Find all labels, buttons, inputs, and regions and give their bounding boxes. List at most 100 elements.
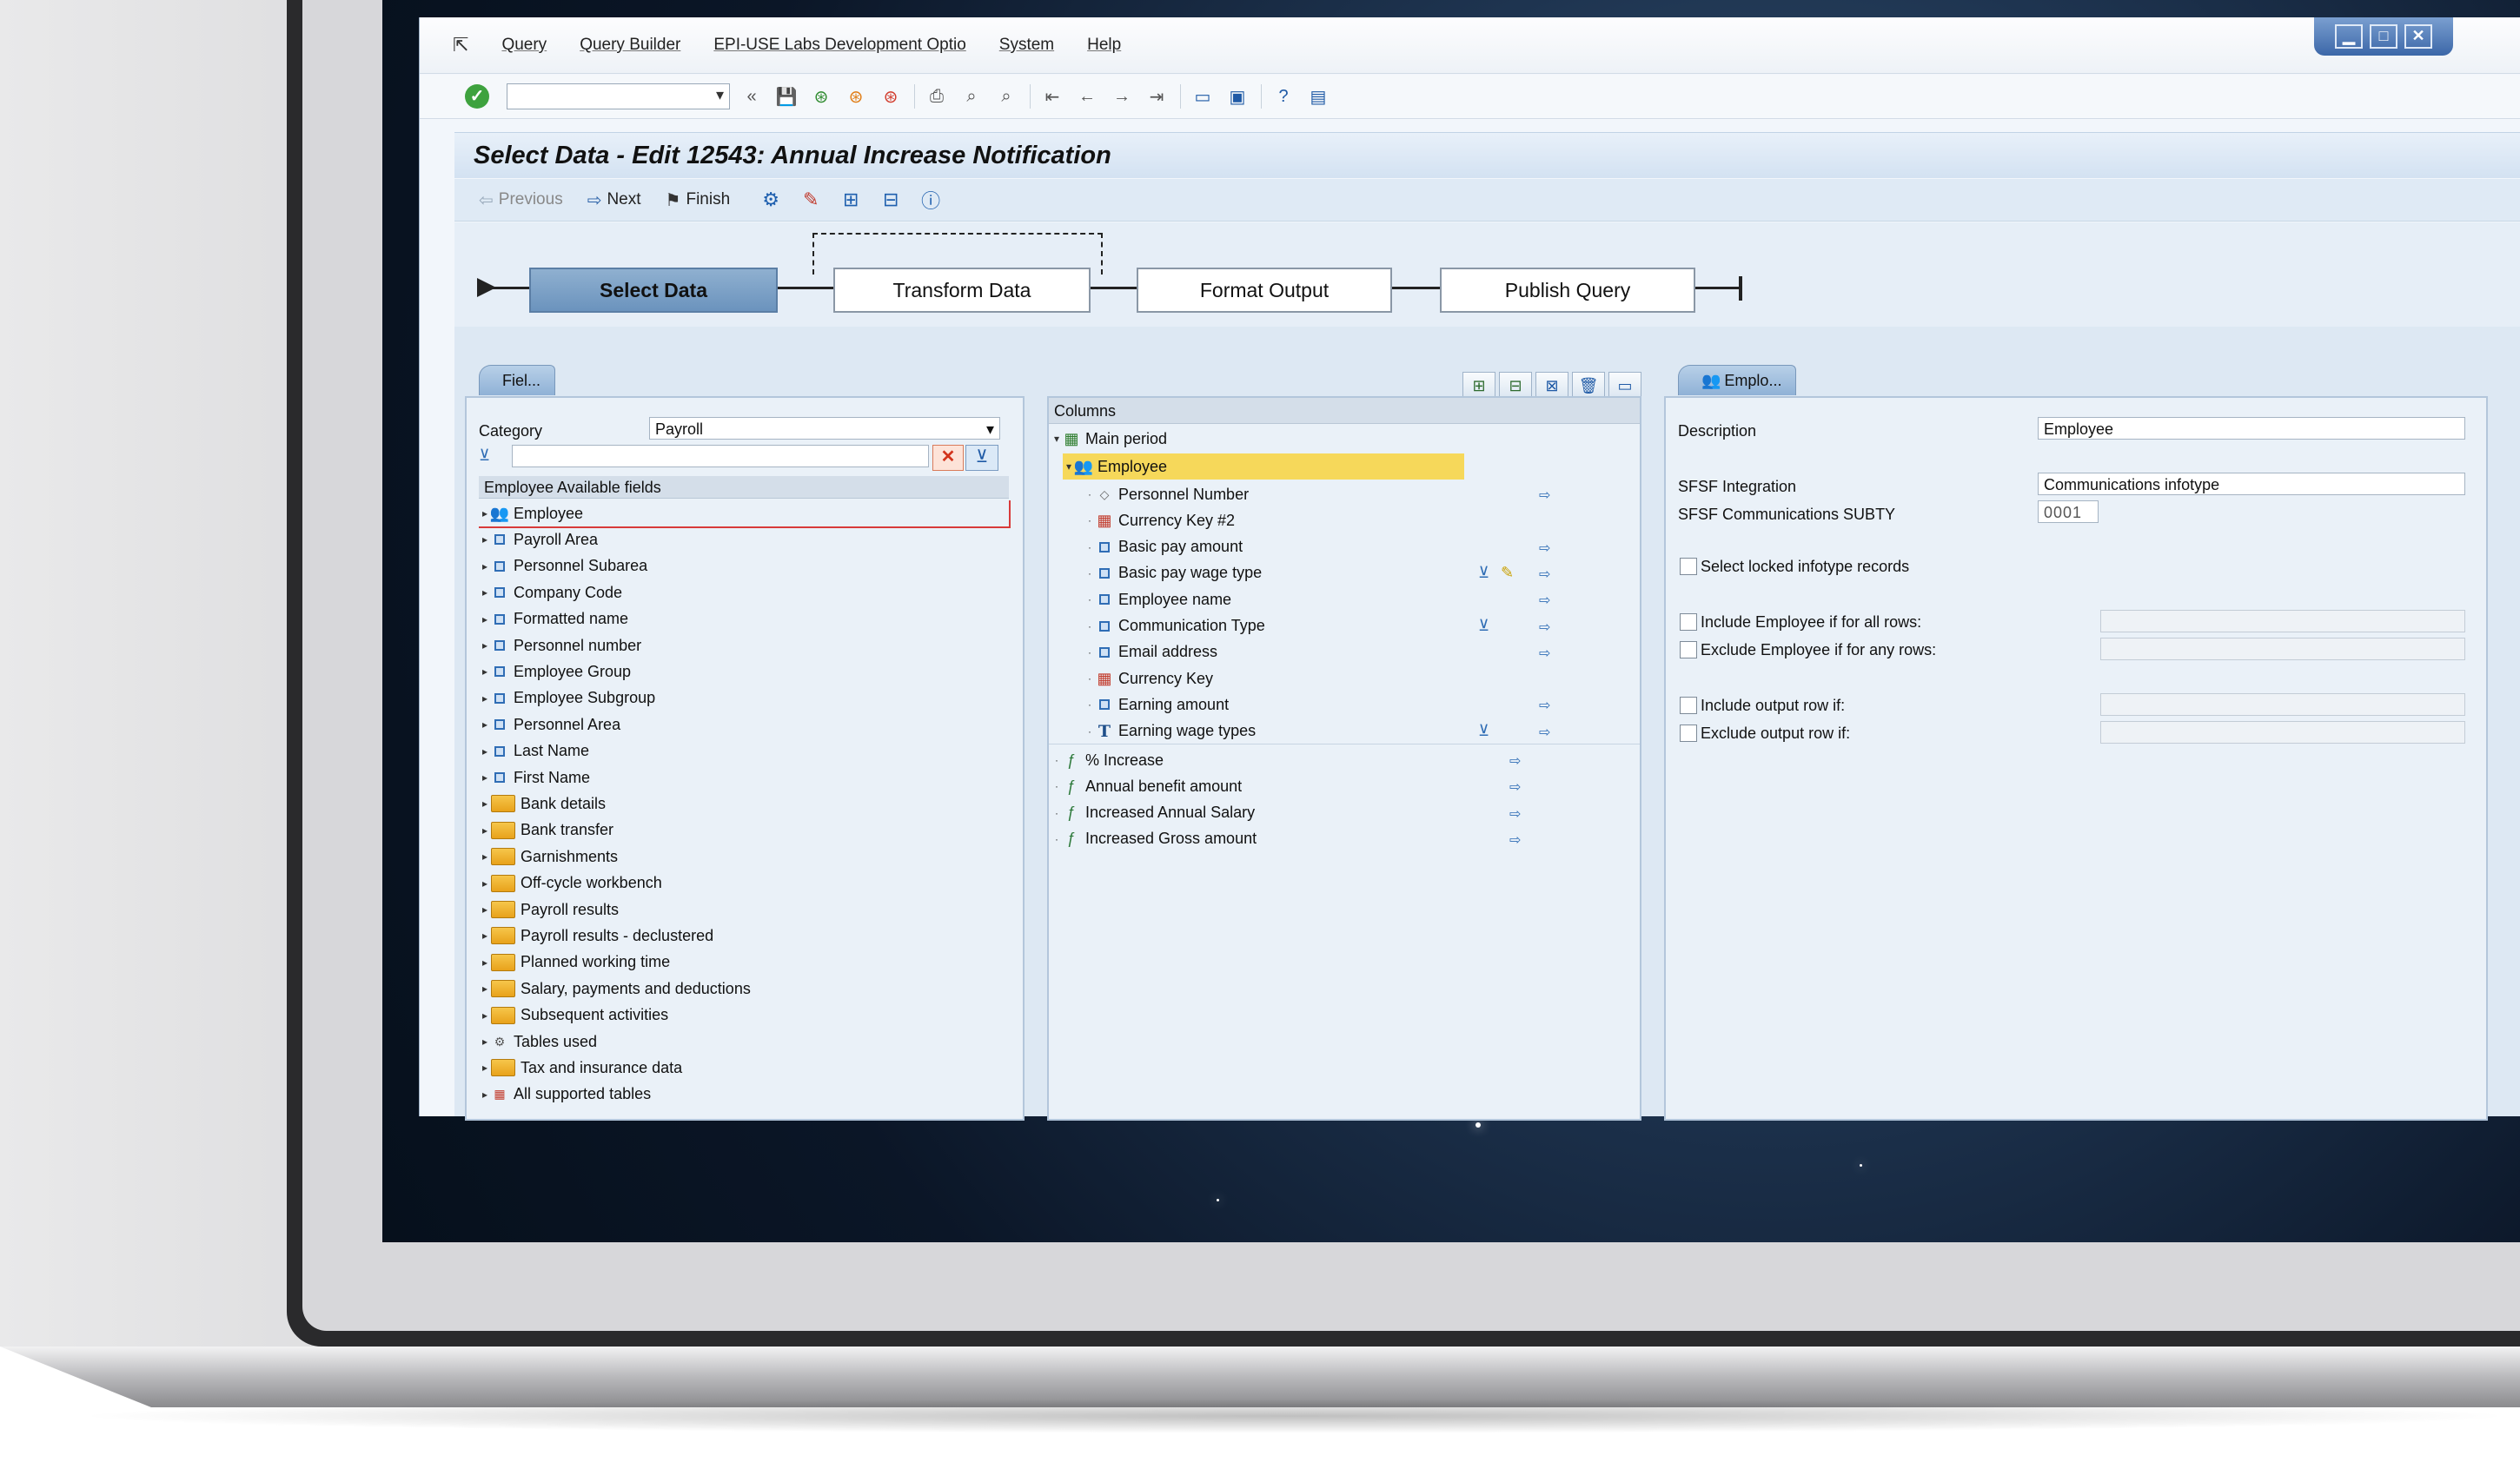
employee-tab[interactable]: 👥 Emplo...	[1678, 365, 1797, 395]
info-icon[interactable]: ⓘ	[916, 185, 945, 215]
column-row[interactable]: · T Earning wage types	[1084, 718, 1256, 744]
include-employee-condition[interactable]	[2100, 610, 2465, 632]
expand-toggle[interactable]: ▸	[479, 745, 491, 758]
exclude-row-condition[interactable]	[2100, 721, 2465, 744]
step-format-output[interactable]: Format Output	[1137, 268, 1392, 313]
output-icon[interactable]: ⇨	[1539, 539, 1550, 557]
tree-item[interactable]: ▸ Personnel Area	[479, 711, 620, 738]
help-icon[interactable]: ?	[1270, 83, 1296, 109]
exclude-row-checkbox[interactable]	[1680, 725, 1697, 742]
expand-toggle[interactable]: ▸	[479, 850, 491, 863]
tree-item[interactable]: ▸ Tax and insurance data	[479, 1055, 682, 1081]
cancel-icon[interactable]: ⊛	[878, 83, 904, 109]
output-icon[interactable]: ⇨	[1539, 592, 1550, 609]
tree-item[interactable]: ▸ Employee Group	[479, 658, 631, 685]
filter-icon[interactable]: ⊻	[1478, 722, 1489, 740]
expand-toggle[interactable]: ▸	[479, 665, 491, 678]
new-session-icon[interactable]: ▭	[1190, 83, 1216, 109]
apply-filter-icon[interactable]: ⊻	[965, 445, 998, 471]
layout-icon[interactable]: ▤	[1305, 83, 1331, 109]
prev-page-icon[interactable]: ←	[1074, 83, 1100, 109]
include-row-checkbox[interactable]	[1680, 697, 1697, 714]
field-search-input[interactable]	[512, 445, 929, 467]
main-period-row[interactable]: ▾ ▦ Main period	[1051, 426, 1167, 452]
output-icon[interactable]: ⇨	[1539, 566, 1550, 583]
tree-item[interactable]: ▸ Payroll Area	[479, 526, 598, 553]
tree-item[interactable]: ▸ Planned working time	[479, 950, 670, 976]
expand-toggle[interactable]: ▸	[479, 1089, 491, 1101]
finish-button[interactable]: ⚑ Finish	[666, 189, 731, 211]
output-icon[interactable]: ⇨	[1509, 778, 1521, 796]
expand-toggle[interactable]: ▸	[479, 533, 491, 546]
expand-toggle[interactable]: ▸	[479, 797, 491, 810]
tree-item[interactable]: ▸ 👥 Employee	[479, 500, 1011, 528]
tree-item[interactable]: ▸ Formatted name	[479, 606, 628, 632]
save-icon[interactable]: 💾	[773, 83, 799, 109]
column-row[interactable]: · Communication Type	[1084, 613, 1265, 639]
tree-item[interactable]: ▸ Personnel Subarea	[479, 553, 647, 579]
tree-item[interactable]: ▸ Payroll results	[479, 897, 619, 923]
output-icon[interactable]: ⇨	[1539, 697, 1550, 714]
expand-toggle[interactable]: ▸	[479, 771, 491, 784]
expand-toggle[interactable]: ▸	[479, 613, 491, 625]
tree-item[interactable]: ▸ Last Name	[479, 738, 589, 764]
menu-query-builder[interactable]: Query Builder	[580, 36, 680, 55]
menu-help[interactable]: Help	[1087, 36, 1121, 55]
column-row[interactable]: · ▦ Currency Key	[1084, 665, 1213, 691]
change-icon[interactable]: ⚙	[756, 185, 786, 215]
find-next-icon[interactable]: ⌕	[993, 83, 1019, 109]
pencil-icon[interactable]: ✎	[1501, 564, 1514, 582]
previous-button[interactable]: ⇦ Previous	[479, 189, 563, 211]
step-publish-query[interactable]: Publish Query	[1440, 268, 1695, 313]
output-icon[interactable]: ⇨	[1509, 831, 1521, 849]
structure-icon[interactable]: ⊟	[876, 185, 905, 215]
expand-toggle[interactable]: ▸	[479, 956, 491, 969]
expand-toggle[interactable]: ▸	[479, 1062, 491, 1074]
first-page-icon[interactable]: ⇤	[1039, 83, 1065, 109]
print-icon[interactable]: ⎙	[924, 83, 950, 109]
tree-item[interactable]: ▸ ▦ All supported tables	[479, 1082, 651, 1108]
column-row[interactable]: · Basic pay amount	[1084, 534, 1243, 560]
back-icon[interactable]: ⊛	[808, 83, 834, 109]
tree-item[interactable]: ▸ Personnel number	[479, 632, 641, 658]
expand-toggle[interactable]: ▸	[479, 718, 491, 731]
display-icon[interactable]: ⊞	[836, 185, 865, 215]
command-field[interactable]	[507, 83, 730, 109]
fields-tab[interactable]: Fiel...	[479, 365, 556, 395]
output-icon[interactable]: ⇨	[1539, 486, 1550, 504]
menu-system[interactable]: System	[999, 36, 1054, 55]
output-icon[interactable]: ⇨	[1539, 619, 1550, 636]
exit-icon[interactable]: ⊛	[843, 83, 869, 109]
include-row-condition[interactable]	[2100, 693, 2465, 716]
collapse-toggle[interactable]: ▾	[1051, 433, 1063, 445]
calculated-column-row[interactable]: · ƒ Increased Annual Salary	[1051, 800, 1255, 826]
calculated-column-row[interactable]: · ƒ % Increase	[1051, 747, 1164, 773]
menu-epi-use[interactable]: EPI-USE Labs Development Optio	[713, 36, 965, 55]
menu-exit-icon[interactable]: ⇱	[453, 34, 468, 56]
description-input[interactable]: Employee	[2038, 417, 2465, 440]
category-select[interactable]: Payroll ▾	[649, 417, 1000, 440]
expand-toggle[interactable]: ▸	[479, 560, 491, 572]
sfsf-integration-input[interactable]: Communications infotype	[2038, 473, 2465, 495]
tree-item[interactable]: ▸ Bank details	[479, 791, 606, 817]
last-page-icon[interactable]: ⇥	[1144, 83, 1170, 109]
expand-toggle[interactable]: ▸	[479, 983, 491, 995]
tree-item[interactable]: ▸ Salary, payments and deductions	[479, 976, 751, 1002]
expand-toggle[interactable]: ▸	[479, 930, 491, 942]
exclude-employee-checkbox[interactable]	[1680, 641, 1697, 658]
column-row[interactable]: · ◇ Personnel Number	[1084, 481, 1249, 507]
expand-toggle[interactable]: ▸	[479, 692, 491, 705]
tree-item[interactable]: ▸ Bank transfer	[479, 817, 613, 844]
expand-toggle[interactable]: ▸	[479, 903, 491, 916]
shortcut-icon[interactable]: ▣	[1224, 83, 1250, 109]
step-transform-data[interactable]: Transform Data	[833, 268, 1091, 313]
expand-toggle[interactable]: ▸	[479, 1009, 491, 1022]
tree-item[interactable]: ▸ Garnishments	[479, 844, 618, 870]
close-button[interactable]: ✕	[2404, 24, 2432, 49]
filter-icon[interactable]: ⊻	[1478, 617, 1489, 635]
calculated-column-row[interactable]: · ƒ Annual benefit amount	[1051, 773, 1242, 799]
output-icon[interactable]: ⇨	[1509, 805, 1521, 823]
expand-toggle[interactable]: ▸	[479, 639, 491, 652]
tree-item[interactable]: ▸ Employee Subgroup	[479, 685, 655, 711]
tree-item[interactable]: ▸ First Name	[479, 764, 590, 791]
